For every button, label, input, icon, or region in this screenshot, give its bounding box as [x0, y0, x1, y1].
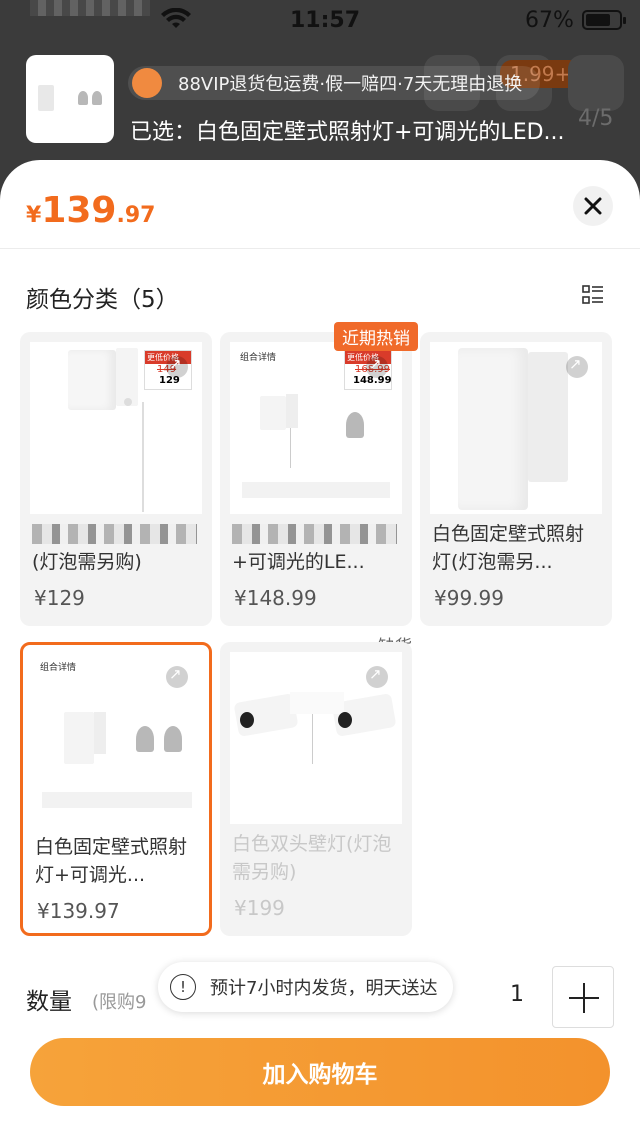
product-image — [430, 342, 602, 514]
quantity-value[interactable]: 1 — [510, 982, 524, 1007]
increase-quantity-button[interactable] — [552, 966, 614, 1028]
shield-check-icon — [132, 68, 162, 98]
divider — [0, 248, 640, 249]
exclamation-icon: ! — [170, 974, 196, 1000]
section-title: 颜色分类（5） — [26, 287, 179, 313]
option-card[interactable]: 组合详情 更低价格 168.99 148.99 +可调光的LE... ¥148.… — [220, 332, 412, 626]
battery-percent: 67% — [525, 8, 574, 33]
hot-sale-badge: 近期热销 — [334, 322, 418, 351]
sku-selection-sheet: ¥139.97 颜色分类（5） 更低价格 149 129 (灯泡需另购) ¥12… — [0, 160, 640, 1136]
option-name: +可调光的LE... — [232, 551, 365, 573]
toast-text: 预计7小时内发货，明天送达 — [210, 978, 438, 999]
product-image: 更低价格 149 129 — [30, 342, 202, 514]
option-price: ¥129 — [34, 586, 85, 610]
status-bar: 11:57 67% — [0, 0, 640, 40]
add-to-cart-button[interactable]: 加入购物车 — [30, 1038, 610, 1106]
option-card-disabled: 白色双头壁灯(灯泡需另购) ¥199 — [220, 642, 412, 936]
option-name: (灯泡需另购) — [32, 551, 142, 573]
selected-option-text: 已选：白色固定壁式照射灯+可调光的LED... — [130, 120, 565, 145]
expand-icon — [366, 665, 388, 688]
list-view-icon[interactable] — [582, 284, 604, 306]
product-image — [230, 652, 402, 824]
quantity-limit: (限购9 — [92, 992, 147, 1013]
option-card[interactable]: 白色固定壁式照射灯(灯泡需另... ¥99.99 — [420, 332, 612, 626]
more-icon[interactable] — [568, 55, 624, 111]
vip-text: 88VIP退货包运费·假一赔四·7天无理由退换 — [178, 74, 523, 95]
carrier-label — [30, 0, 150, 16]
product-image: 组合详情 — [30, 652, 202, 824]
expand-icon[interactable] — [166, 665, 188, 688]
wifi-icon — [161, 8, 191, 28]
redacted-text — [32, 524, 197, 544]
redacted-text — [232, 524, 397, 544]
product-image: 组合详情 更低价格 168.99 148.99 — [230, 342, 402, 514]
expand-icon[interactable] — [366, 355, 388, 378]
quantity-label: 数量 — [26, 989, 72, 1015]
option-price: ¥148.99 — [234, 586, 317, 610]
clock: 11:57 — [290, 8, 361, 33]
close-button[interactable] — [573, 186, 613, 226]
option-card-selected[interactable]: 组合详情 白色固定壁式照射灯+可调光... ¥139.97 — [20, 642, 212, 936]
selected-product-thumbnail — [26, 55, 114, 143]
option-price: ¥139.97 — [37, 899, 120, 923]
price-display: ¥139.97 — [26, 190, 156, 231]
vip-service-banner: 88VIP退货包运费·假一赔四·7天无理由退换 — [128, 66, 541, 100]
option-name: 白色双头壁灯(灯泡需另购) — [232, 833, 392, 883]
option-price: ¥99.99 — [434, 586, 504, 610]
close-icon — [584, 197, 602, 215]
battery-icon — [582, 10, 626, 30]
expand-icon[interactable] — [166, 355, 188, 378]
option-price: ¥199 — [234, 896, 285, 920]
option-name: 白色固定壁式照射灯+可调光... — [35, 836, 188, 886]
delivery-toast: ! 预计7小时内发货，明天送达 — [158, 962, 454, 1012]
option-name: 白色固定壁式照射灯(灯泡需另... — [432, 523, 585, 573]
option-card[interactable]: 更低价格 149 129 (灯泡需另购) ¥129 — [20, 332, 212, 626]
expand-icon[interactable] — [566, 355, 588, 378]
